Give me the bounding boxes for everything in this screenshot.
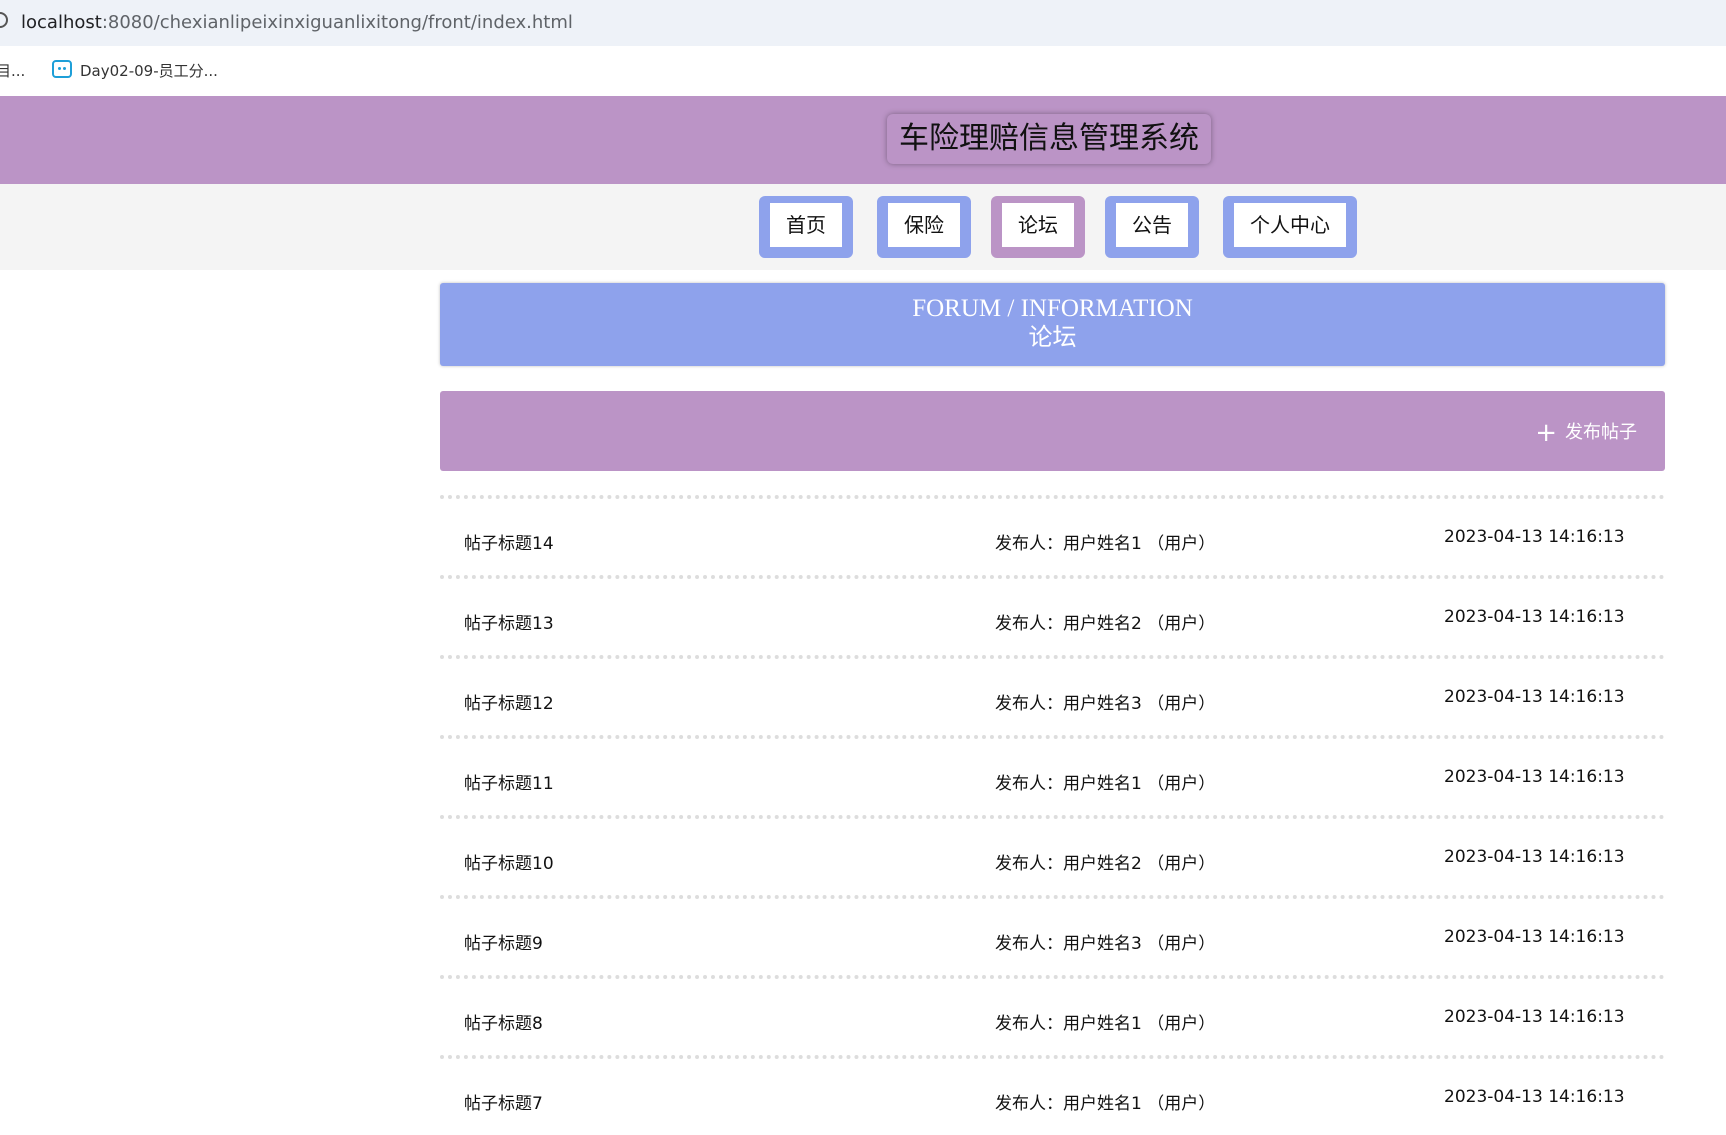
publish-post-button[interactable]: + 发布帖子 — [1535, 418, 1637, 448]
bilibili-icon — [52, 60, 72, 78]
nav-item-forum[interactable]: 论坛 — [991, 196, 1085, 258]
action-bar: + 发布帖子 — [440, 391, 1665, 471]
post-title[interactable]: 帖子标题11 — [464, 769, 554, 794]
post-row[interactable]: 帖子标题8 发布人：用户姓名1 （用户） 2023-04-13 14:16:13 — [440, 975, 1665, 1055]
post-time: 2023-04-13 14:16:13 — [1444, 1007, 1625, 1027]
url-host: localhost — [21, 12, 102, 33]
url-path: :8080/chexianlipeixinxiguanlixitong/fron… — [101, 12, 573, 33]
bookmarks-bar: 目... Day02-09-员工分... — [0, 46, 1726, 96]
bookmark-item[interactable]: Day02-09-员工分... — [80, 60, 218, 81]
post-title[interactable]: 帖子标题10 — [464, 849, 554, 874]
post-author: 发布人：用户姓名1 （用户） — [995, 534, 1216, 554]
nav-item-label: 论坛 — [1002, 203, 1074, 247]
site-header — [0, 96, 1726, 184]
post-author: 发布人：用户姓名3 （用户） — [995, 694, 1216, 714]
post-time: 2023-04-13 14:16:13 — [1444, 687, 1625, 707]
post-author: 发布人：用户姓名2 （用户） — [995, 854, 1216, 874]
publish-post-label: 发布帖子 — [1565, 422, 1637, 443]
nav-item-home[interactable]: 首页 — [759, 196, 853, 258]
plus-icon: + — [1535, 418, 1557, 448]
nav-item-personal-center[interactable]: 个人中心 — [1223, 196, 1357, 258]
banner-title-en: FORUM / INFORMATION — [912, 295, 1193, 322]
post-row[interactable]: 帖子标题10 发布人：用户姓名2 （用户） 2023-04-13 14:16:1… — [440, 815, 1665, 895]
post-time: 2023-04-13 14:16:13 — [1444, 767, 1625, 787]
banner-title-zh: 论坛 — [1028, 325, 1077, 351]
post-time: 2023-04-13 14:16:13 — [1444, 607, 1625, 627]
forum-banner: FORUM / INFORMATION 论坛 — [440, 283, 1665, 366]
nav-item-label: 首页 — [770, 203, 842, 247]
nav-item-label: 公告 — [1116, 203, 1188, 247]
post-list: 帖子标题14 发布人：用户姓名1 （用户） 2023-04-13 14:16:1… — [440, 495, 1665, 1135]
url-text[interactable]: localhost:8080/chexianlipeixinxiguanlixi… — [21, 12, 573, 33]
post-row[interactable]: 帖子标题12 发布人：用户姓名3 （用户） 2023-04-13 14:16:1… — [440, 655, 1665, 735]
post-time: 2023-04-13 14:16:13 — [1444, 527, 1625, 547]
nav-item-notice[interactable]: 公告 — [1105, 196, 1199, 258]
nav-item-label: 个人中心 — [1234, 203, 1346, 247]
post-author: 发布人：用户姓名1 （用户） — [995, 1014, 1216, 1034]
nav-item-insurance[interactable]: 保险 — [877, 196, 971, 258]
post-row[interactable]: 帖子标题9 发布人：用户姓名3 （用户） 2023-04-13 14:16:13 — [440, 895, 1665, 975]
post-author: 发布人：用户姓名3 （用户） — [995, 934, 1216, 954]
post-time: 2023-04-13 14:16:13 — [1444, 927, 1625, 947]
bookmark-item-partial[interactable]: 目... — [0, 60, 25, 81]
post-row[interactable]: 帖子标题11 发布人：用户姓名1 （用户） 2023-04-13 14:16:1… — [440, 735, 1665, 815]
nav-strip — [0, 184, 1726, 270]
nav-item-label: 保险 — [888, 203, 960, 247]
post-row[interactable]: 帖子标题14 发布人：用户姓名1 （用户） 2023-04-13 14:16:1… — [440, 495, 1665, 575]
post-title[interactable]: 帖子标题12 — [464, 689, 554, 714]
post-title[interactable]: 帖子标题14 — [464, 529, 554, 554]
post-author: 发布人：用户姓名2 （用户） — [995, 614, 1216, 634]
post-title[interactable]: 帖子标题9 — [464, 929, 543, 954]
post-title[interactable]: 帖子标题8 — [464, 1009, 543, 1034]
post-time: 2023-04-13 14:16:13 — [1444, 847, 1625, 867]
post-author: 发布人：用户姓名1 （用户） — [995, 774, 1216, 794]
browser-address-bar[interactable]: localhost:8080/chexianlipeixinxiguanlixi… — [0, 0, 1726, 46]
post-title[interactable]: 帖子标题13 — [464, 609, 554, 634]
site-info-icon[interactable] — [0, 12, 8, 28]
post-time: 2023-04-13 14:16:13 — [1444, 1087, 1625, 1107]
site-title: 车险理赔信息管理系统 — [887, 114, 1211, 164]
post-row[interactable]: 帖子标题13 发布人：用户姓名2 （用户） 2023-04-13 14:16:1… — [440, 575, 1665, 655]
post-row[interactable]: 帖子标题7 发布人：用户姓名1 （用户） 2023-04-13 14:16:13 — [440, 1055, 1665, 1135]
